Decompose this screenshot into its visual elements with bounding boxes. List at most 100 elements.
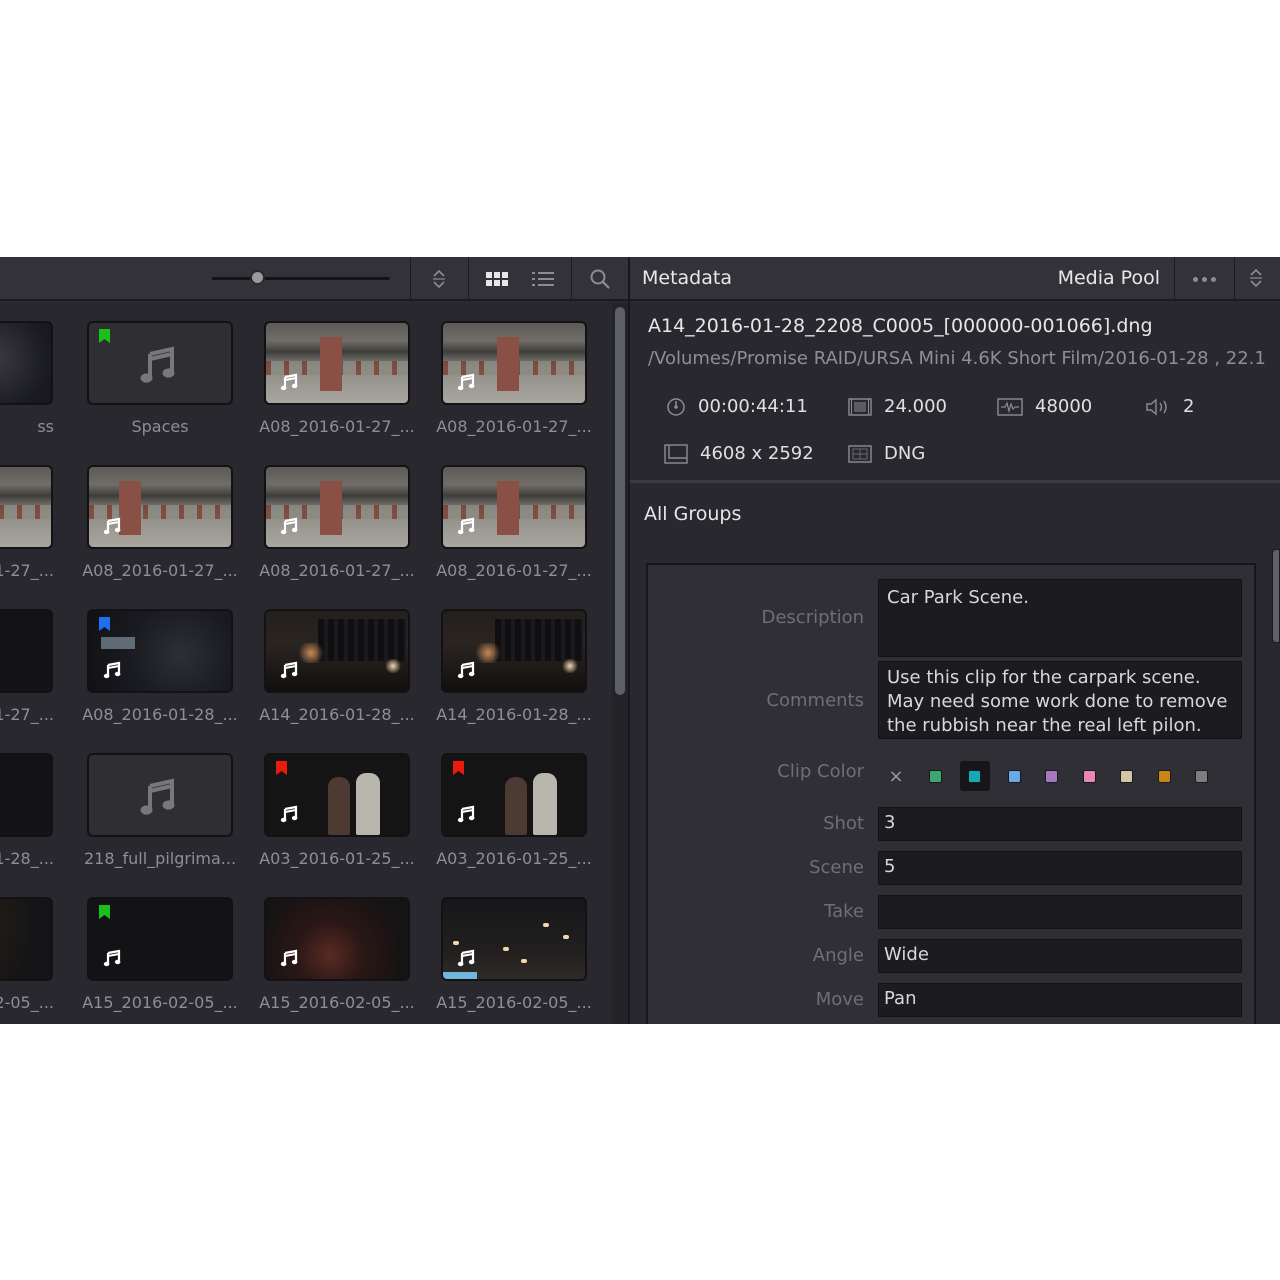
- scene-detail: [384, 659, 402, 673]
- clip-thumbnail-item[interactable]: A14_2016-01-28_...: [436, 609, 592, 744]
- clear-clip-color-button[interactable]: ×: [884, 766, 908, 787]
- clip-thumbnail-item[interactable]: ss: [0, 321, 54, 456]
- clip-thumbnail-item[interactable]: 1-27_...: [0, 609, 54, 744]
- grid-view-icon: [486, 272, 508, 286]
- video-clip-thumbnail[interactable]: [87, 897, 233, 981]
- video-clip-thumbnail[interactable]: [0, 321, 53, 405]
- video-clip-thumbnail[interactable]: [0, 465, 53, 549]
- clip-thumbnail-item[interactable]: 1-27_...: [0, 465, 54, 600]
- take-field[interactable]: [878, 895, 1242, 929]
- duration-property: 00:00:44:11: [666, 396, 808, 417]
- media-pool-tab[interactable]: Media Pool: [1058, 267, 1160, 289]
- thumbnail-zoom-slider-handle[interactable]: [249, 270, 265, 285]
- video-clip-thumbnail[interactable]: [441, 753, 587, 837]
- scene-detail: [101, 637, 135, 649]
- clip-thumbnail-item[interactable]: A14_2016-01-28_...: [259, 609, 415, 744]
- video-clip-thumbnail[interactable]: [0, 753, 53, 837]
- clip-color-swatch-blue[interactable]: [1001, 763, 1027, 789]
- media-pool-scroll-thumb[interactable]: [615, 307, 625, 695]
- clip-color-swatch-green[interactable]: [922, 763, 948, 789]
- take-label: Take: [824, 901, 864, 922]
- scene-detail: [543, 923, 549, 927]
- thumbnail-zoom-slider[interactable]: [212, 277, 390, 280]
- audio-note-icon: [103, 517, 121, 535]
- clip-thumbnail-item[interactable]: A08_2016-01-27_...: [436, 321, 592, 456]
- clip-thumbnail-item[interactable]: A15_2016-02-05_...: [82, 897, 238, 1024]
- resolution-property: 4608 x 2592: [664, 443, 814, 464]
- clip-color-swatch-tan[interactable]: [1114, 763, 1140, 789]
- scene-detail: [497, 337, 519, 391]
- video-clip-thumbnail[interactable]: [264, 465, 410, 549]
- clip-thumbnail-item[interactable]: A08_2016-01-27_...: [82, 465, 238, 600]
- clip-thumbnail-item[interactable]: Spaces: [87, 321, 233, 456]
- video-clip-thumbnail[interactable]: [264, 897, 410, 981]
- clip-thumbnail-item[interactable]: 218_full_pilgrima...: [84, 753, 236, 888]
- audio-clip-thumbnail[interactable]: [87, 321, 233, 405]
- speaker-icon: [1146, 398, 1167, 415]
- clip-color-label: Clip Color: [777, 761, 864, 782]
- sort-updown-icon[interactable]: [1248, 267, 1264, 289]
- audio-clip-thumbnail[interactable]: [87, 753, 233, 837]
- header-divider: [1234, 257, 1235, 301]
- list-view-icon: [532, 272, 554, 286]
- angle-field[interactable]: Wide: [878, 939, 1242, 973]
- video-clip-thumbnail[interactable]: [0, 609, 53, 693]
- video-clip-thumbnail[interactable]: [264, 609, 410, 693]
- list-view-button[interactable]: [515, 257, 571, 301]
- clip-color-swatch-teal[interactable]: [959, 761, 990, 791]
- shot-field[interactable]: 3: [878, 807, 1242, 841]
- clip-thumbnail-item[interactable]: A03_2016-01-25_...: [259, 753, 415, 888]
- scene-detail: [453, 941, 459, 945]
- sort-button[interactable]: [411, 257, 467, 301]
- video-clip-thumbnail[interactable]: [441, 321, 587, 405]
- film-frame-icon: [848, 397, 872, 416]
- media-pool-scrollbar[interactable]: [612, 303, 628, 1024]
- clip-color-swatch-pink[interactable]: [1076, 763, 1102, 789]
- clip-color-swatch-purple[interactable]: [1039, 763, 1065, 789]
- scene-detail: [296, 643, 326, 663]
- scene-label: Scene: [809, 857, 864, 878]
- clip-thumbnail-item[interactable]: A08_2016-01-27_...: [259, 321, 415, 456]
- metadata-group-selector[interactable]: All Groups: [644, 503, 741, 525]
- clip-thumbnail-item[interactable]: A15_2016-02-05_...: [259, 897, 415, 1024]
- blue-flag-icon: [99, 617, 110, 631]
- video-clip-thumbnail[interactable]: [87, 609, 233, 693]
- duration-value: 00:00:44:11: [698, 396, 808, 417]
- clip-color-swatch-orange[interactable]: [1151, 763, 1177, 789]
- video-clip-thumbnail[interactable]: [441, 465, 587, 549]
- clip-info-section: A14_2016-01-28_2208_C0005_[000000-001066…: [630, 303, 1280, 483]
- video-clip-thumbnail[interactable]: [264, 753, 410, 837]
- clip-thumbnail-item[interactable]: 1-28_...: [0, 753, 54, 888]
- scene-detail: [320, 337, 342, 391]
- search-button[interactable]: [572, 257, 628, 301]
- video-clip-thumbnail[interactable]: [441, 609, 587, 693]
- clip-name: 1-27_...: [0, 561, 54, 580]
- description-field[interactable]: Car Park Scene.: [878, 579, 1242, 657]
- scene-field[interactable]: 5: [878, 851, 1242, 885]
- video-clip-thumbnail[interactable]: [264, 321, 410, 405]
- color-swatch-chip: [1045, 769, 1058, 783]
- clip-thumbnail-item[interactable]: A08_2016-01-28_...: [82, 609, 238, 744]
- clip-thumbnail-item[interactable]: A08_2016-01-27_...: [259, 465, 415, 600]
- video-clip-thumbnail[interactable]: [87, 465, 233, 549]
- shot-label: Shot: [823, 813, 864, 834]
- move-field[interactable]: Pan: [878, 983, 1242, 1017]
- clip-name: 1-27_...: [0, 705, 54, 724]
- audio-note-icon: [457, 517, 475, 535]
- sample-rate-property: 48000: [997, 396, 1092, 417]
- color-swatch-chip: [1195, 769, 1208, 783]
- metadata-scrollbar[interactable]: [1272, 549, 1280, 643]
- comments-field[interactable]: Use this clip for the carpark scene. May…: [878, 661, 1242, 739]
- codec-icon: [848, 444, 872, 463]
- video-clip-thumbnail[interactable]: [0, 897, 53, 981]
- more-options-button[interactable]: [1176, 257, 1232, 301]
- metadata-header: Metadata Media Pool: [630, 257, 1280, 301]
- clip-thumbnail-item[interactable]: 2-05_...: [0, 897, 54, 1024]
- video-clip-thumbnail[interactable]: [441, 897, 587, 981]
- clip-thumbnail-item[interactable]: A08_2016-01-27_...: [436, 465, 592, 600]
- clip-color-swatch-gray[interactable]: [1189, 763, 1215, 789]
- clip-thumbnail-item[interactable]: A03_2016-01-25_...: [436, 753, 592, 888]
- clip-name: A15_2016-02-05_...: [436, 993, 592, 1012]
- clip-usage-bar: [443, 972, 477, 979]
- clip-thumbnail-item[interactable]: A15_2016-02-05_...: [436, 897, 592, 1024]
